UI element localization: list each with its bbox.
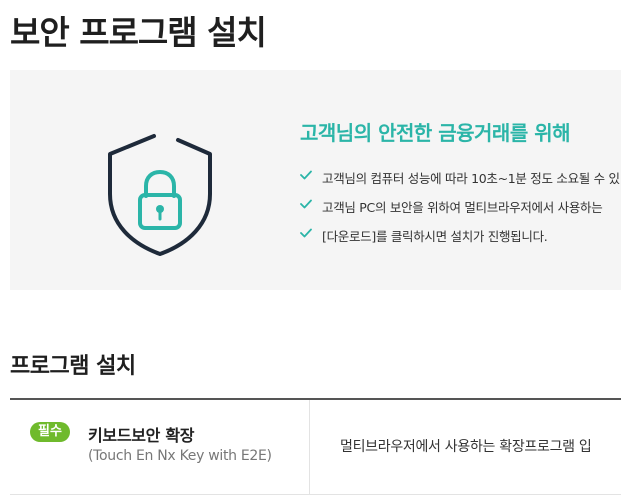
program-name-cell: 필수 키보드보안 확장 (Touch En Nx Key with E2E) — [10, 400, 310, 494]
benefit-text: 고객님 PC의 보안을 위하여 멀티브라우저에서 사용하는 — [322, 200, 603, 215]
program-row-keyboard-security: 필수 키보드보안 확장 (Touch En Nx Key with E2E) 멀… — [10, 400, 621, 495]
required-badge: 필수 — [30, 422, 70, 442]
benefit-list: 고객님의 컴퓨터 성능에 따라 10초~1분 정도 소요될 수 있 고객님 PC… — [300, 168, 620, 255]
program-name: 키보드보안 확장 — [88, 426, 195, 445]
checkmark-icon — [300, 228, 312, 238]
checkmark-icon — [300, 170, 312, 180]
benefit-item: [다운로드]를 클릭하시면 설치가 진행됩니다. — [300, 226, 620, 255]
intro-heading: 고객님의 안전한 금융거래를 위해 — [300, 121, 571, 145]
program-description: 멀티브라우저에서 사용하는 확장프로그램 입 — [340, 439, 592, 455]
benefit-item: 고객님 PC의 보안을 위하여 멀티브라우저에서 사용하는 — [300, 197, 620, 226]
program-subname: (Touch En Nx Key with E2E) — [88, 448, 272, 464]
shield-lock-icon — [108, 134, 212, 256]
benefit-text: 고객님의 컴퓨터 성능에 따라 10초~1분 정도 소요될 수 있 — [322, 171, 620, 186]
benefit-text: [다운로드]를 클릭하시면 설치가 진행됩니다. — [322, 229, 548, 244]
program-install-section-title: 프로그램 설치 — [10, 354, 136, 379]
page-title: 보안 프로그램 설치 — [10, 13, 267, 52]
page: 보안 프로그램 설치 고객님의 안전한 금융거래를 위해 고객님의 컴퓨터 성능… — [0, 0, 621, 500]
program-table: 필수 키보드보안 확장 (Touch En Nx Key with E2E) 멀… — [10, 398, 621, 500]
security-intro-panel: 고객님의 안전한 금융거래를 위해 고객님의 컴퓨터 성능에 따라 10초~1분… — [10, 70, 621, 290]
checkmark-icon — [300, 199, 312, 209]
benefit-item: 고객님의 컴퓨터 성능에 따라 10초~1분 정도 소요될 수 있 — [300, 168, 620, 197]
